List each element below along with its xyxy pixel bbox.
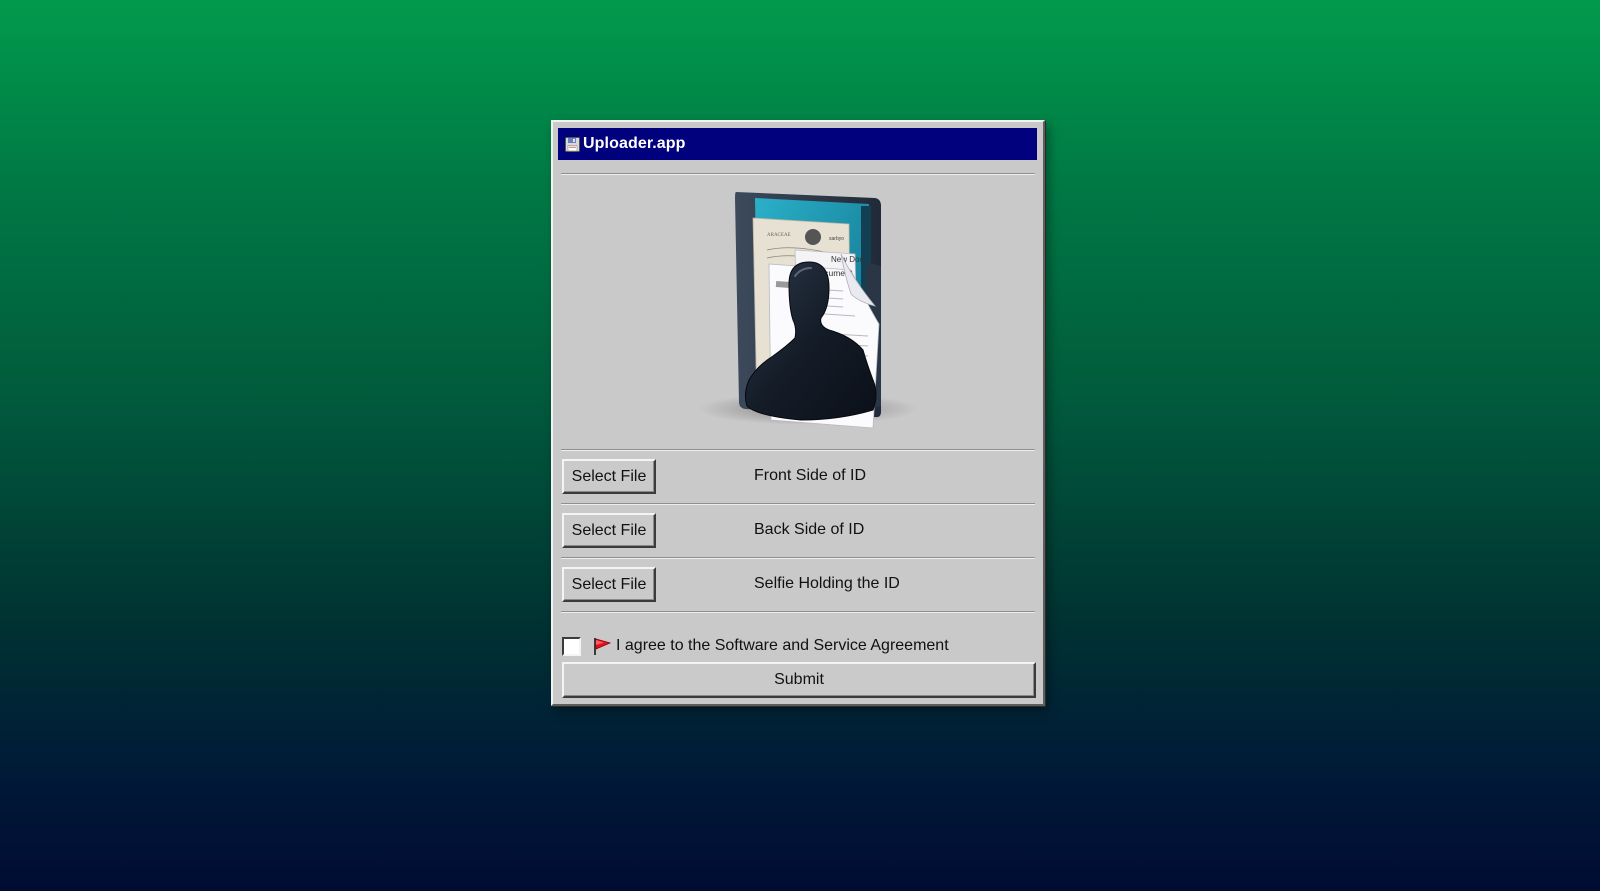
- divider: [561, 557, 1035, 559]
- svg-text:New Doc: New Doc: [831, 255, 863, 264]
- select-file-selfie-button[interactable]: Select File: [562, 567, 656, 602]
- svg-text:sarbyo: sarbyo: [829, 236, 844, 242]
- agreement-row: I agree to the Software and Service Agre…: [562, 634, 949, 658]
- submit-button[interactable]: Submit: [562, 662, 1036, 698]
- floppy-disk-icon: [565, 136, 580, 152]
- title-bar[interactable]: Uploader.app: [558, 128, 1037, 160]
- select-file-back-button[interactable]: Select File: [562, 513, 656, 548]
- agreement-label: I agree to the Software and Service Agre…: [616, 637, 949, 654]
- divider: [561, 503, 1035, 505]
- selfie-label: Selfie Holding the ID: [754, 575, 900, 592]
- divider: [561, 611, 1035, 613]
- upload-row-selfie: Select File Selfie Holding the ID: [562, 567, 1036, 603]
- window-title: Uploader.app: [583, 135, 686, 152]
- select-file-front-button[interactable]: Select File: [562, 459, 656, 494]
- divider: [561, 173, 1035, 175]
- svg-text:ARACEAE: ARACEAE: [767, 233, 791, 238]
- red-flag-icon: [594, 638, 612, 655]
- divider: [561, 449, 1035, 451]
- back-side-label: Back Side of ID: [754, 521, 865, 538]
- uploader-window: Uploader.app ARACEAE sarbyo New Doc Sele…: [551, 120, 1045, 706]
- documents-folder-person-icon: ARACEAE sarbyo New Doc New Document: [698, 192, 918, 429]
- agreement-checkbox[interactable]: [562, 636, 581, 656]
- upload-row-back: Select File Back Side of ID: [562, 513, 1036, 549]
- front-side-label: Front Side of ID: [754, 467, 867, 484]
- upload-row-front: Select File Front Side of ID: [562, 459, 1036, 495]
